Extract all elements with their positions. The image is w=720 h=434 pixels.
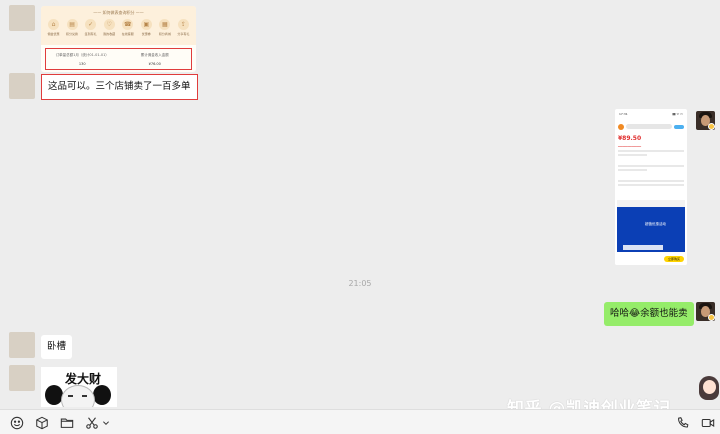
image-message[interactable]: 17:31 ▮▮ ᯤ ▭ ¥89.50 ▁▁▁▁▁▁▁▁▁▁ 超值优惠活动 立即… — [615, 109, 687, 265]
image-message[interactable]: —— 如何做表查询积分 —— ⌂ 佣金优惠 ▤ 积分兑换 ✓ 签到有礼 ♡ 我的收藏 ☎… — [41, 6, 196, 72]
card-icon-label: 在线客服 — [121, 32, 134, 36]
card-icon-label: 分享有礼 — [177, 32, 190, 36]
text-message[interactable]: 卧槽 — [41, 335, 73, 359]
phone-search-row — [618, 123, 684, 130]
meme-text: 发大财 — [65, 372, 102, 386]
stat-orders: 订单量总额1月（统计01-01-01） 130 — [46, 49, 119, 69]
stats-highlight-box: 订单量总额1月（统计01-01-01） 130 累计佣金收入金额 ¥76.00 — [45, 48, 192, 70]
meme-face — [61, 385, 95, 407]
card-icon-item: ▦ 积分商城 — [156, 19, 173, 36]
phone-banner-text: 超值优惠活动 — [645, 222, 666, 226]
phone-text-line — [618, 184, 684, 186]
card-icon: ✓ — [85, 19, 97, 30]
emoji-icon[interactable] — [9, 415, 25, 431]
card-icon-label: 优惠券 — [141, 32, 151, 36]
phone-bottom-bar: 立即购买 — [615, 253, 687, 265]
card-icon: ☎ — [122, 19, 134, 30]
phone-status-time: 17:31 — [619, 112, 628, 116]
card-icon: ▤ — [66, 19, 78, 30]
card-icon: ⇪ — [177, 19, 189, 30]
card-icon-item: ✓ 签到有礼 — [82, 19, 99, 36]
card-icon-label: 积分兑换 — [66, 32, 79, 36]
sticker-message[interactable]: 发大财 — [41, 367, 117, 407]
phone-buy-button: 立即购买 — [664, 256, 684, 262]
card-icon: ♡ — [103, 19, 115, 30]
stat-orders-label: 订单量总额1月（统计01-01-01） — [55, 52, 109, 57]
stat-orders-value: 130 — [78, 61, 86, 66]
phone-status-bar: 17:31 ▮▮ ᯤ ▭ — [615, 109, 687, 121]
phone-status-icons: ▮▮ ᯤ ▭ — [672, 112, 683, 116]
phone-tag — [674, 124, 684, 129]
phone-text-line — [618, 154, 647, 156]
chat-history[interactable]: —— 如何做表查询积分 —— ⌂ 佣金优惠 ▤ 积分兑换 ✓ 签到有礼 ♡ 我的收藏 ☎… — [0, 0, 720, 407]
store-logo-icon — [618, 123, 624, 130]
card-icon-item: ⇪ 分享有礼 — [175, 19, 192, 36]
card-icon-item: ☎ 在线客服 — [119, 19, 136, 36]
text-message[interactable]: 这品可以。三个店铺卖了一百多单 — [41, 74, 198, 100]
card-icon-label: 佣金优惠 — [47, 32, 60, 36]
card-icon-label: 积分商城 — [158, 32, 171, 36]
card-icon-item: ♡ 我的收藏 — [101, 19, 118, 36]
my-avatar[interactable] — [696, 111, 715, 130]
card-icon-item: ⌂ 佣金优惠 — [45, 19, 62, 36]
phone-price-sub: ▁▁▁▁▁▁▁▁▁▁ — [618, 143, 642, 147]
phone-text-line — [618, 165, 684, 167]
text-message[interactable]: 哈哈😂余额也能卖 — [604, 302, 694, 326]
phone-text-line — [618, 180, 684, 182]
package-icon[interactable] — [34, 415, 50, 431]
scissors-icon[interactable] — [84, 415, 100, 431]
contact-avatar[interactable] — [9, 365, 35, 391]
contact-avatar[interactable] — [9, 73, 35, 99]
card-banner: —— 如何做表查询积分 —— ⌂ 佣金优惠 ▤ 积分兑换 ✓ 签到有礼 ♡ 我的收藏 ☎… — [41, 6, 196, 45]
phone-text-line — [618, 150, 684, 152]
phone-price: ¥89.50 — [618, 135, 642, 142]
input-toolbar — [0, 409, 720, 434]
phone-text-line — [618, 169, 647, 171]
contact-avatar[interactable] — [9, 332, 35, 358]
stat-income: 累计佣金收入金额 ¥76.00 — [119, 49, 192, 69]
contact-avatar[interactable] — [9, 5, 35, 31]
card-icon-label: 我的收藏 — [103, 32, 116, 36]
phone-icon[interactable] — [675, 415, 691, 431]
stat-income-value: ¥76.00 — [148, 61, 161, 66]
card-icon-label: 签到有礼 — [84, 32, 97, 36]
card-banner-title: —— 如何做表查询积分 —— — [93, 10, 144, 15]
phone-search-bar — [626, 124, 672, 129]
card-icon: ▦ — [159, 19, 171, 30]
card-icon-item: ▤ 积分兑换 — [64, 19, 81, 36]
card-icon-item: ▣ 优惠券 — [138, 19, 155, 36]
stat-income-label: 累计佣金收入金额 — [140, 52, 169, 57]
video-icon[interactable] — [700, 415, 716, 431]
assistant-avatar-icon[interactable] — [699, 374, 720, 402]
card-icon: ▣ — [140, 19, 152, 30]
chevron-down-icon[interactable] — [101, 415, 111, 431]
folder-icon[interactable] — [59, 415, 75, 431]
card-icon: ⌂ — [48, 19, 59, 30]
timestamp: 21:05 — [348, 279, 372, 288]
my-avatar[interactable] — [696, 302, 715, 321]
card-icon-row: ⌂ 佣金优惠 ▤ 积分兑换 ✓ 签到有礼 ♡ 我的收藏 ☎ 在线客服 ▣ 优惠券 ▦ 积分商城… — [45, 19, 192, 36]
phone-product-image: 超值优惠活动 — [617, 200, 685, 252]
